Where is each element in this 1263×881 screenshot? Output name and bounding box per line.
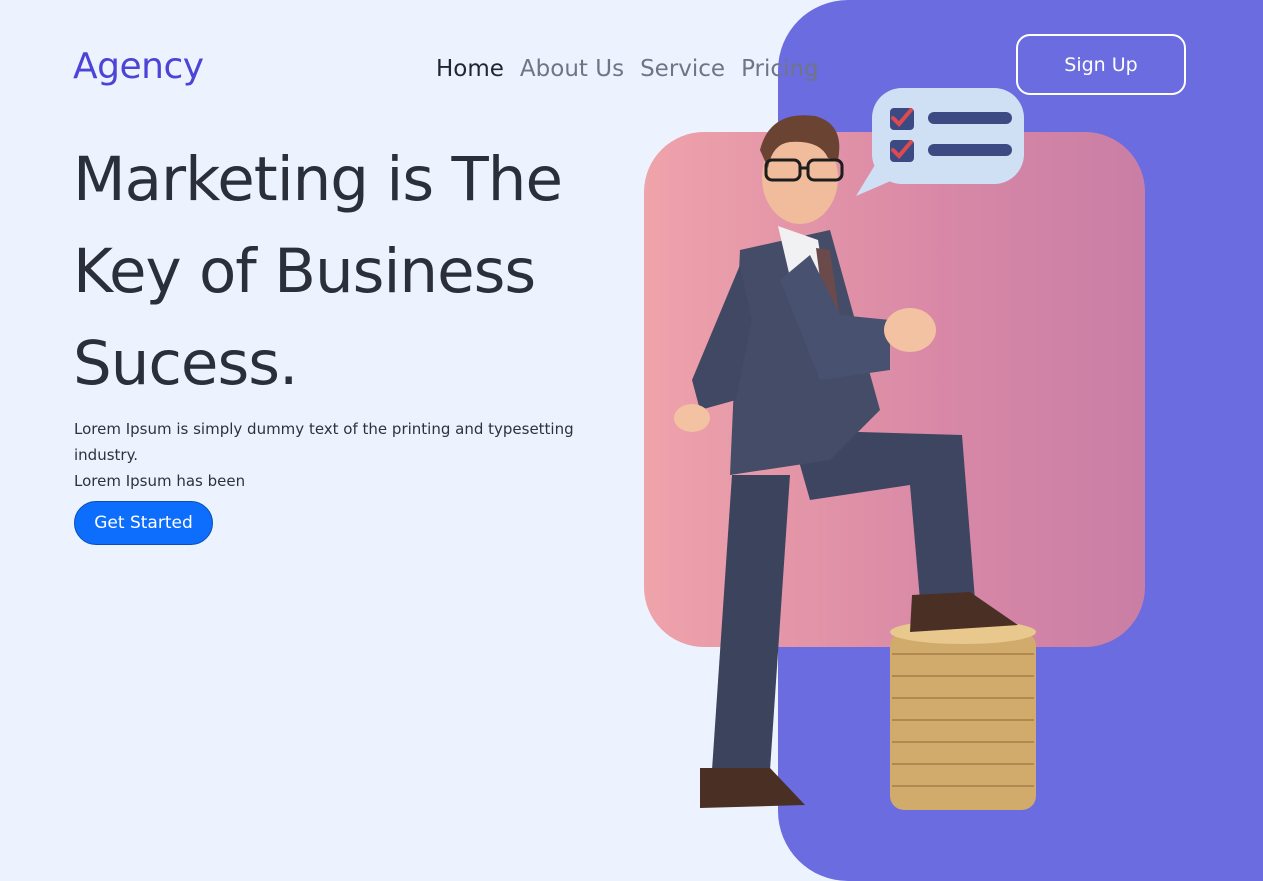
hero-description-line: Lorem Ipsum has been — [74, 472, 246, 490]
hero-description: Lorem Ipsum is simply dummy text of the … — [74, 416, 594, 494]
hero-title: Marketing is The Key of Business Sucess. — [73, 134, 613, 410]
hero-title-line: Sucess. — [73, 328, 298, 399]
get-started-button[interactable]: Get Started — [74, 501, 213, 545]
hero-title-line: Key of Business — [73, 236, 536, 307]
nav-home[interactable]: Home — [436, 56, 504, 82]
hero-description-line: Lorem Ipsum is simply dummy text of the … — [74, 420, 574, 464]
coin-stack-icon — [890, 620, 1036, 810]
main-nav: Home About Us Service Pricing — [436, 56, 819, 82]
checklist-speech-bubble-icon — [856, 88, 1024, 196]
brand-logo[interactable]: Agency — [73, 46, 204, 87]
hero-title-line: Marketing is The — [73, 144, 563, 215]
nav-about-us[interactable]: About Us — [520, 56, 624, 82]
nav-pricing[interactable]: Pricing — [741, 56, 819, 82]
nav-service[interactable]: Service — [640, 56, 725, 82]
businessman-illustration — [674, 88, 1036, 810]
